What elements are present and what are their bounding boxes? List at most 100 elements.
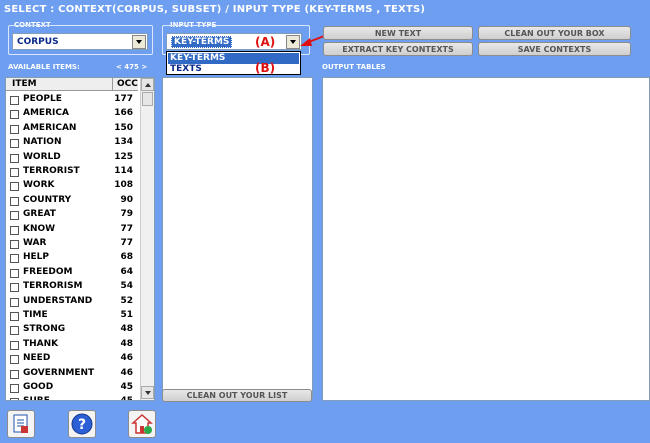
list-item[interactable]: TIME 51 [6, 309, 137, 323]
item-occ: 150 [114, 122, 133, 133]
list-item[interactable]: WORLD 125 [6, 151, 137, 165]
item-occ: 114 [114, 166, 133, 176]
checkbox[interactable] [10, 196, 19, 206]
checkbox[interactable] [10, 312, 19, 321]
scroll-up-arrow-icon[interactable] [141, 78, 154, 91]
item-occ: 134 [114, 137, 133, 148]
item-occ: 48 [120, 324, 133, 335]
item-occ: 48 [120, 338, 133, 349]
item-name: NATION [23, 137, 62, 148]
item-occ: 108 [114, 180, 133, 191]
output-tables-panel[interactable] [322, 77, 650, 401]
selected-items-list[interactable] [162, 77, 313, 399]
item-name: KNOW [23, 223, 56, 234]
item-name: NEED [23, 353, 51, 364]
list-item[interactable]: SURE 45 [6, 395, 137, 400]
item-name: FREEDOM [23, 266, 73, 277]
checkbox[interactable] [10, 225, 19, 235]
item-occ: 77 [120, 223, 133, 234]
checkbox[interactable] [10, 340, 19, 350]
list-item[interactable]: WAR 77 [6, 237, 137, 251]
checkbox[interactable] [10, 139, 19, 149]
item-name: WORLD [23, 151, 61, 162]
list-item[interactable]: AMERICA 166 [6, 107, 137, 121]
list-item[interactable]: NATION 134 [6, 136, 137, 150]
list-item[interactable]: GOOD 45 [6, 381, 137, 395]
item-name: AMERICA [23, 108, 69, 119]
list-item[interactable]: GOVERNMENT 46 [6, 367, 137, 381]
item-name: AMERICAN [23, 122, 77, 133]
item-occ: 77 [120, 238, 133, 248]
checkbox[interactable] [10, 283, 19, 293]
list-item[interactable]: FREEDOM 64 [6, 266, 137, 280]
checkbox[interactable] [10, 268, 19, 278]
item-occ: 166 [114, 108, 133, 119]
input-type-dropdown: KEY-TERMS TEXTS (B) [166, 51, 301, 75]
item-name: TIME [23, 310, 48, 320]
item-name: GREAT [23, 209, 56, 220]
list-item[interactable]: WORK 108 [6, 179, 137, 193]
annotation-b: (B) [255, 61, 276, 75]
item-name: GOVERNMENT [23, 367, 95, 378]
item-occ: 177 [114, 94, 133, 104]
list-item[interactable]: HELP 68 [6, 251, 137, 265]
list-item[interactable]: KNOW 77 [6, 223, 137, 237]
checkbox[interactable] [10, 96, 19, 105]
checkbox[interactable] [10, 124, 19, 134]
item-occ: 46 [120, 367, 133, 378]
dropdown-option-texts[interactable]: TEXTS [168, 64, 299, 75]
item-occ: 52 [120, 295, 133, 306]
checkbox[interactable] [10, 168, 19, 177]
checkbox[interactable] [10, 254, 19, 264]
list-item[interactable]: THANK 48 [6, 338, 137, 352]
checkbox[interactable] [10, 369, 19, 379]
list-item[interactable]: GREAT 79 [6, 208, 137, 222]
item-occ: 125 [114, 151, 133, 162]
list-item[interactable]: STRONG 48 [6, 323, 137, 337]
list-item[interactable]: AMERICAN 150 [6, 122, 137, 136]
clean-list-button[interactable]: CLEAN OUT YOUR LIST [162, 389, 312, 402]
item-occ: 79 [120, 209, 133, 220]
scroll-down-arrow-icon[interactable] [141, 386, 154, 399]
item-name: THANK [23, 338, 59, 349]
checkbox[interactable] [10, 153, 19, 163]
checkbox[interactable] [10, 211, 19, 221]
list-item[interactable]: UNDERSTAND 52 [6, 295, 137, 309]
item-occ: 45 [120, 396, 133, 400]
home-icon[interactable] [128, 410, 156, 438]
list-item[interactable]: PEOPLE 177 [6, 93, 137, 107]
checkbox[interactable] [10, 384, 19, 393]
item-occ: 51 [120, 310, 133, 320]
checkbox[interactable] [10, 240, 19, 249]
list-item[interactable]: TERRORISM 54 [6, 280, 137, 294]
item-name: HELP [23, 252, 50, 263]
item-occ: 45 [120, 382, 133, 392]
item-name: PEOPLE [23, 94, 62, 104]
checkbox[interactable] [10, 326, 19, 336]
help-icon[interactable]: ? [68, 410, 96, 438]
checkbox[interactable] [10, 110, 19, 120]
item-occ: 68 [120, 252, 133, 263]
document-icon[interactable] [7, 410, 35, 438]
item-name: WAR [23, 238, 47, 248]
item-name: COUNTRY [23, 194, 72, 205]
list-item[interactable]: NEED 46 [6, 352, 137, 366]
item-name: TERRORISM [23, 281, 83, 292]
checkbox[interactable] [10, 182, 19, 192]
item-name: SURE [23, 396, 50, 400]
dropdown-option-key-terms[interactable]: KEY-TERMS [168, 53, 299, 64]
checkbox[interactable] [10, 355, 19, 365]
item-list-scrollbar[interactable] [140, 78, 154, 400]
item-occ: 90 [120, 194, 133, 205]
item-name: WORK [23, 180, 55, 191]
scrollbar-thumb[interactable] [142, 92, 153, 106]
output-tables-label: OUTPUT TABLES [322, 63, 386, 71]
item-occ: 54 [120, 281, 133, 292]
item-name: TERRORIST [23, 166, 80, 176]
list-item[interactable]: TERRORIST 114 [6, 165, 137, 179]
checkbox[interactable] [10, 398, 19, 400]
item-name: GOOD [23, 382, 54, 392]
list-item[interactable]: COUNTRY 90 [6, 194, 137, 208]
checkbox[interactable] [10, 297, 19, 307]
item-occ: 46 [120, 353, 133, 364]
